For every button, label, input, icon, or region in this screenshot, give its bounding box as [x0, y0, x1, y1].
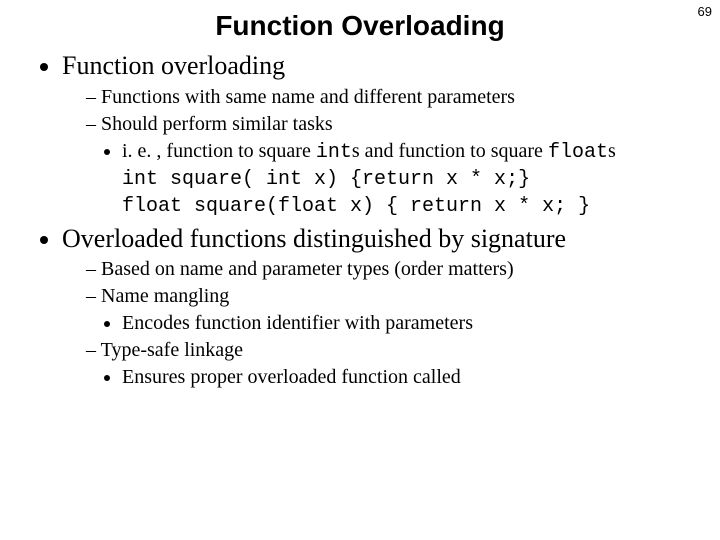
bullet-2-sub-2-text: Name mangling: [101, 285, 229, 307]
bullet-1-sub-2-text: Should perform similar tasks: [101, 113, 333, 135]
slide-title: Function Overloading: [30, 10, 690, 42]
b1s2a-pre: i. e. , function to square: [122, 140, 316, 162]
bullet-1: Function overloading Functions with same…: [62, 50, 690, 219]
page-number: 69: [698, 4, 712, 19]
bullet-2-sub-2: Name mangling Encodes function identifie…: [86, 284, 690, 336]
bullet-1-sub-1: Functions with same name and different p…: [86, 85, 690, 110]
b1s2a-code1: int: [316, 141, 352, 164]
code-line-2: float square(float x) { return x * x; }: [122, 194, 690, 219]
bullet-1-sub-2: Should perform similar tasks i. e. , fun…: [86, 112, 690, 219]
bullet-2-text: Overloaded functions distinguished by si…: [62, 224, 566, 253]
bullet-2-sub-3-text: Type-safe linkage: [101, 339, 243, 361]
bullet-2-sub-3: Type-safe linkage Ensures proper overloa…: [86, 338, 690, 390]
bullet-2-sublist: Based on name and parameter types (order…: [68, 257, 690, 390]
bullet-2-sub-1: Based on name and parameter types (order…: [86, 257, 690, 282]
bullet-2-sub-3-list: Ensures proper overloaded function calle…: [100, 365, 690, 390]
b1s2a-mid: s and function to square: [352, 140, 548, 162]
bullet-1-sub-2a: i. e. , function to square ints and func…: [122, 139, 690, 165]
bullet-1-sublist: Functions with same name and different p…: [68, 85, 690, 219]
bullet-1-text: Function overloading: [62, 51, 285, 80]
code-line-1: int square( int x) {return x * x;}: [122, 167, 690, 192]
b1s2a-post: s: [608, 140, 616, 162]
bullet-list: Function overloading Functions with same…: [40, 50, 690, 390]
bullet-2-sub-2a: Encodes function identifier with paramet…: [122, 311, 690, 336]
bullet-2-sub-3a: Ensures proper overloaded function calle…: [122, 365, 690, 390]
bullet-2: Overloaded functions distinguished by si…: [62, 223, 690, 391]
slide: 69 Function Overloading Function overloa…: [0, 0, 720, 540]
bullet-2-sub-2-list: Encodes function identifier with paramet…: [100, 311, 690, 336]
bullet-1-sub-2-list: i. e. , function to square ints and func…: [100, 139, 690, 165]
b1s2a-code2: float: [548, 141, 608, 164]
